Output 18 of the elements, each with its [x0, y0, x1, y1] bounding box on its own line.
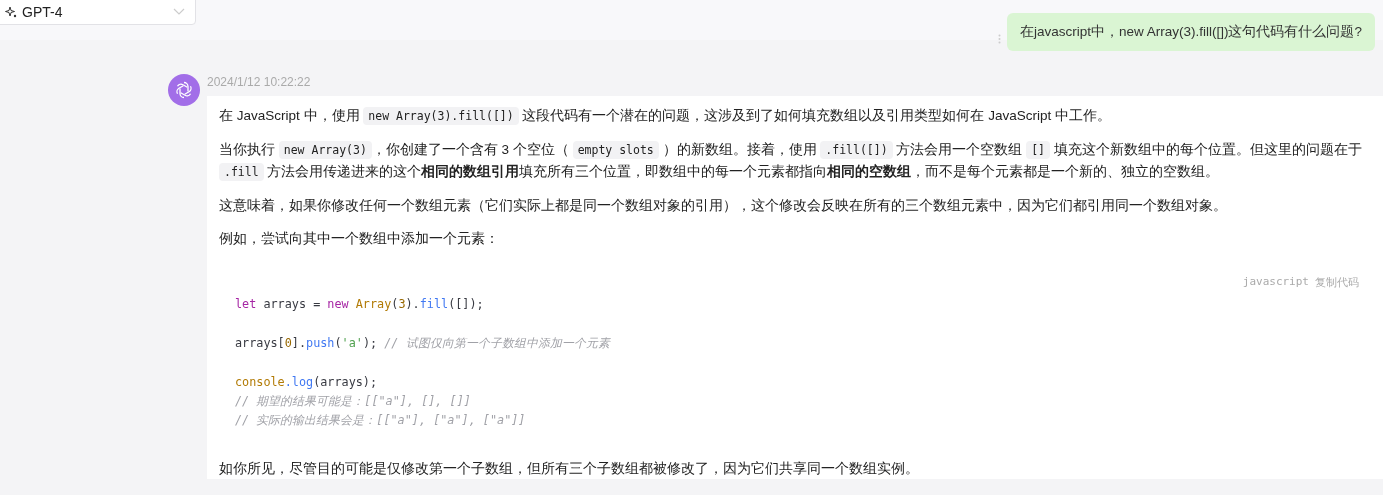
- message-paragraph: 例如，尝试向其中一个数组中添加一个元素：: [219, 230, 500, 248]
- message-paragraph: 在 JavaScript 中，使用 new Array(3).fill([]) 这段代码有一个潜在的问题，这涉及到了如何填充数组以及引用类型如何在 JavaScript 中工作。: [219, 106, 1112, 127]
- message-paragraph: 这意味着，如果你修改任何一个数组元素（它们实际上都是同一个数组对象的引用），这个修改会反映在所有的三个数组元素中，因为它们都引用同一个数组对象。: [219, 197, 1228, 215]
- knot-icon: [174, 80, 194, 100]
- code-line: arrays[0].push('a'); // 试图仅向第一个子数组中添加一个元素: [235, 335, 612, 352]
- code-line: // 实际的输出结果会是：[["a"], ["a"], ["a"]]: [235, 412, 527, 429]
- more-icon[interactable]: [997, 34, 1001, 44]
- code-line: console.log(arrays);: [235, 374, 379, 391]
- user-message: 在javascript中，new Array(3).fill([])这句代码有什么问题?: [1006, 13, 1375, 51]
- language-label: javascript: [1242, 275, 1309, 290]
- message-timestamp: 2024/1/12 10:22:22: [207, 75, 312, 91]
- sparkle-icon: [5, 5, 17, 18]
- message-paragraph: 当你执行 new Array(3) ，你创建了一个含有 3 个空位（ empty slots ）的新数组。接着，使用 .fill([]) 方法会用一个空数组 [] 填充这个新数组中的每个位置。但这里的问题在于 .fill 方法会用传递进来的这个相同的数组引用填充所有三个位置，即数组中的每一个元素都指向相同的空数组，而不是每个元素都是一个新的、独立的空数组。: [219, 140, 1363, 183]
- code-line: let arrays = new Array(3).fill([]);: [235, 296, 485, 313]
- model-selector[interactable]: GPT-4: [0, 0, 196, 25]
- message-paragraph: 如你所见，尽管目的可能是仅修改第一个子数组，但所有三个子数组都被修改了，因为它们共享同一个数组实例。: [219, 460, 920, 478]
- chevron-down-icon: [173, 8, 185, 15]
- code-line: // 期望的结果可能是：[["a"], [], []]: [235, 393, 472, 410]
